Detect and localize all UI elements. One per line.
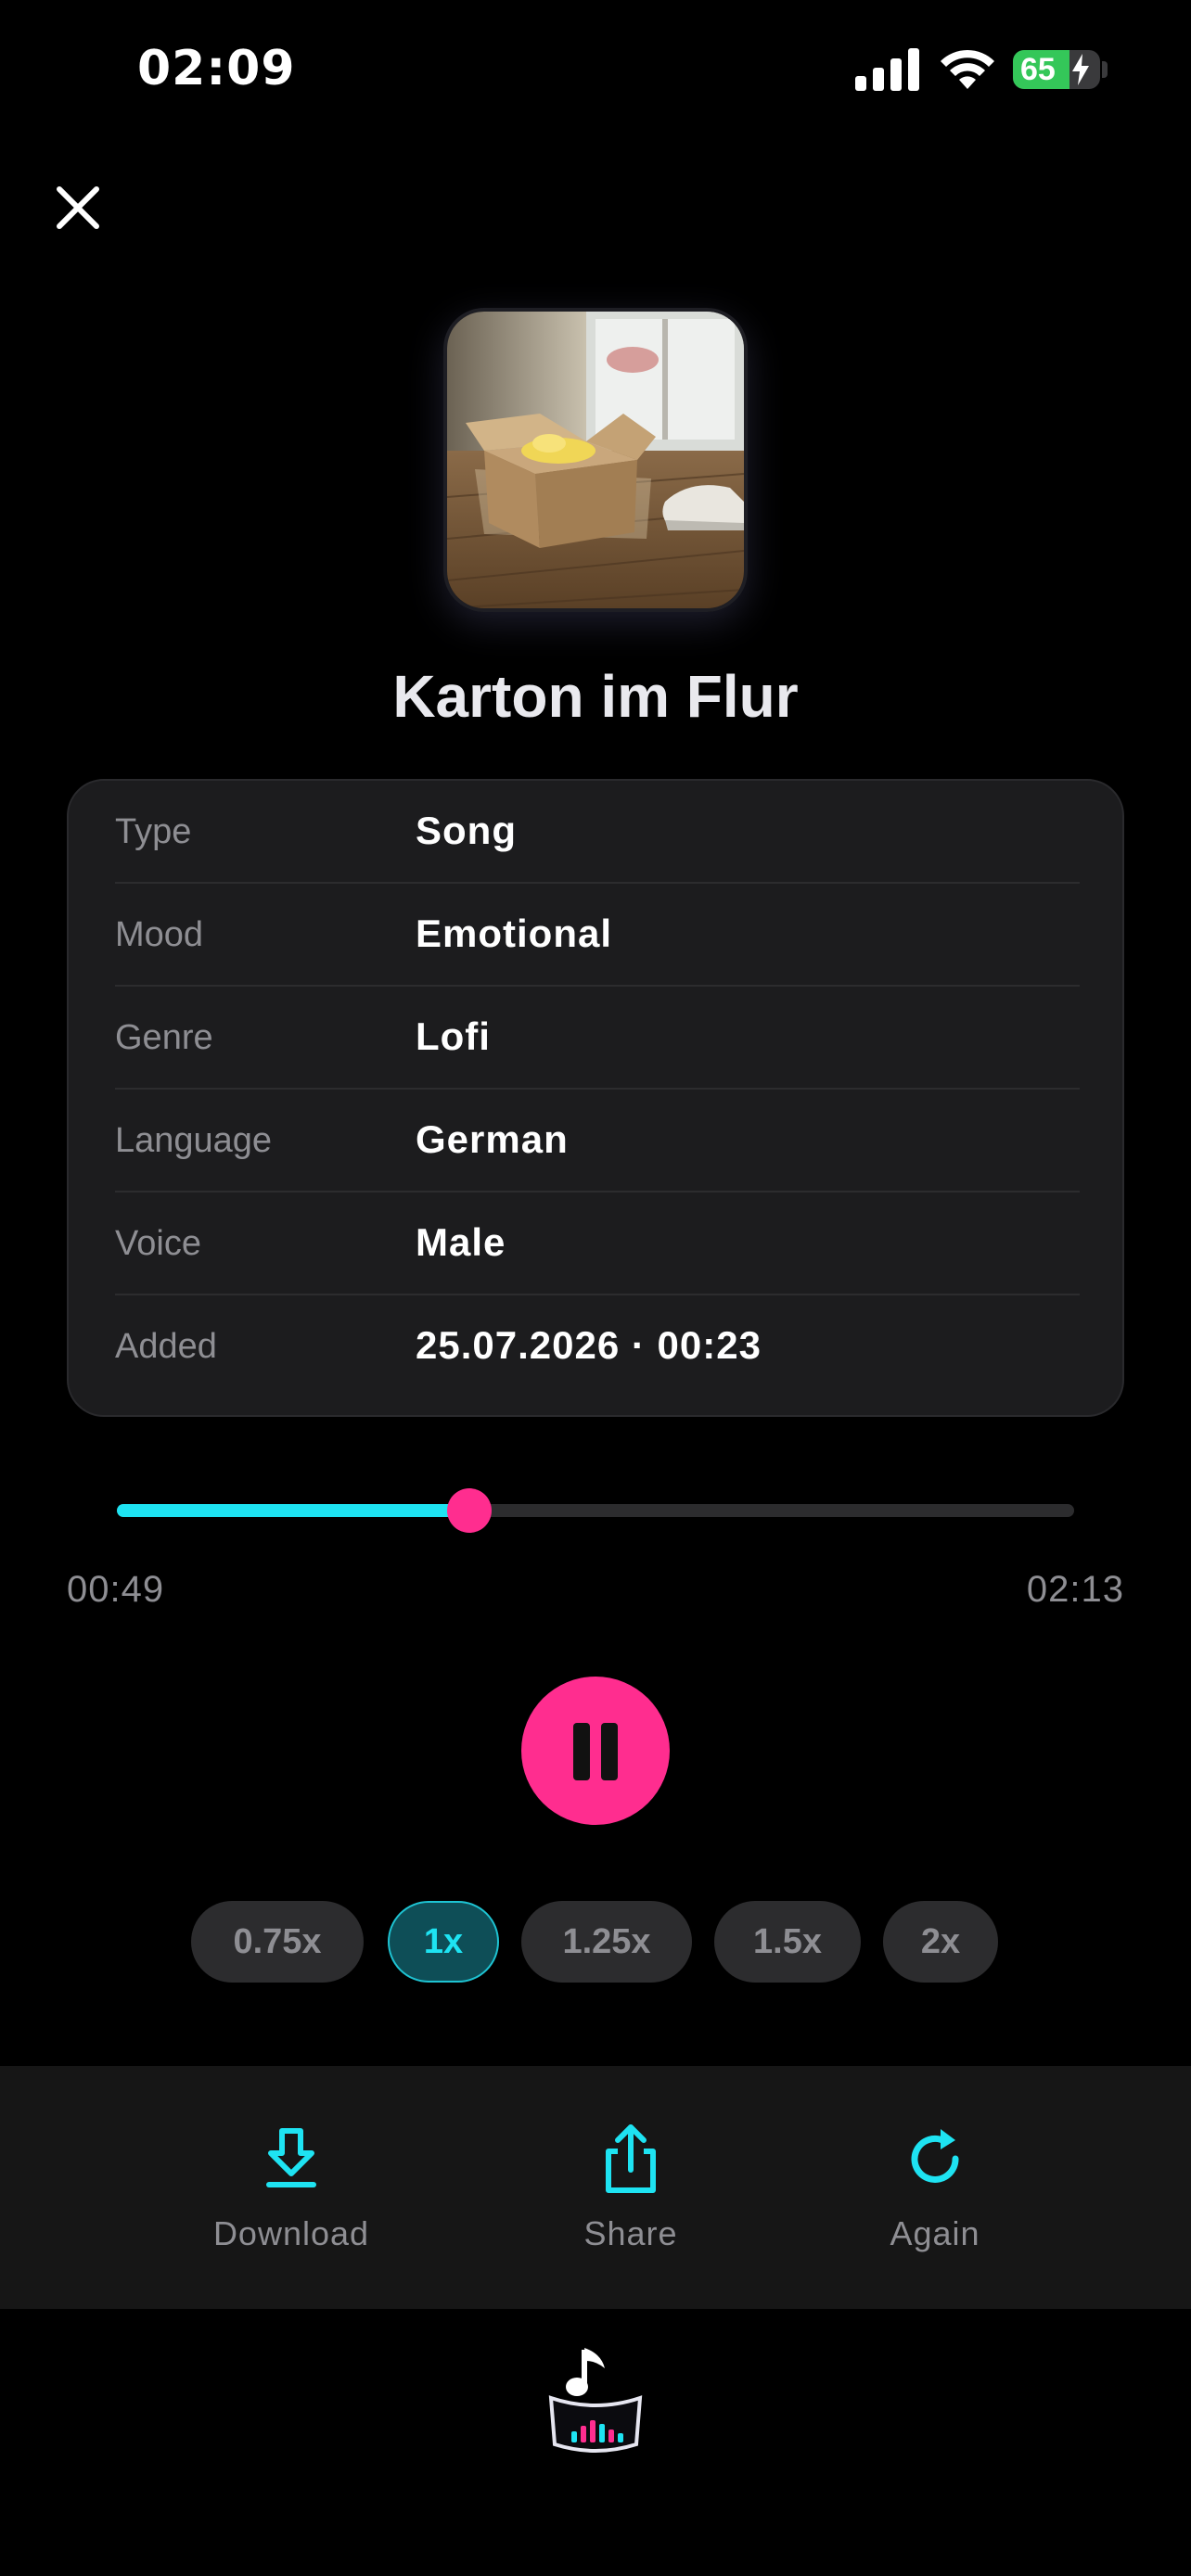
charging-bolt-icon [1072, 54, 1089, 85]
info-row-added: Added 25.07.2026 · 00:23 [115, 1295, 1080, 1398]
pause-button[interactable] [521, 1677, 670, 1825]
cellular-signal-icon [855, 48, 919, 91]
progress-fill [117, 1504, 469, 1517]
share-button[interactable]: Share [519, 2122, 742, 2253]
battery-percent: 65 [1020, 52, 1056, 87]
info-value: Emotional [416, 912, 613, 955]
battery-cap [1102, 61, 1108, 78]
info-label: Language [115, 1121, 273, 1160]
download-label: Download [212, 2214, 370, 2252]
info-value: 25.07.2026 · 00:23 [416, 1323, 762, 1367]
track-info-card: Type Song Mood Emotional Genre Lofi Lang… [67, 779, 1124, 1417]
playback-progress-slider[interactable] [117, 1488, 1074, 1533]
info-label: Added [115, 1327, 217, 1366]
battery-indicator: 65 [1013, 50, 1100, 89]
info-row-genre: Genre Lofi [115, 987, 1080, 1090]
action-bar: Download Share Again [0, 2066, 1191, 2309]
progress-knob[interactable] [446, 1488, 492, 1533]
app-logo-icon [548, 2348, 643, 2453]
refresh-icon [911, 2129, 959, 2183]
speed-option-1.25x[interactable]: 1.25x [521, 1901, 692, 1983]
download-icon [266, 2128, 316, 2187]
speed-option-2x[interactable]: 2x [883, 1901, 998, 1983]
wifi-icon [941, 49, 994, 89]
speed-option-0.75x[interactable]: 0.75x [191, 1901, 364, 1983]
speed-option-1x[interactable]: 1x [388, 1901, 499, 1983]
total-time: 02:13 [1026, 1569, 1124, 1610]
album-cover-image [447, 312, 744, 608]
current-time: 00:49 [67, 1569, 165, 1610]
share-icon [606, 2124, 656, 2193]
info-value: Lofi [416, 1014, 491, 1058]
status-bar: 02:09 65 [0, 0, 1191, 139]
info-row-voice: Voice Male [115, 1192, 1080, 1295]
info-label: Type [115, 812, 192, 851]
info-label: Mood [115, 915, 204, 954]
info-value: Song [416, 809, 517, 852]
track-title: Karton im Flur [392, 663, 799, 730]
speed-option-1.5x[interactable]: 1.5x [714, 1901, 861, 1983]
info-row-mood: Mood Emotional [115, 884, 1080, 987]
again-button[interactable]: Again [824, 2122, 1046, 2253]
info-row-language: Language German [115, 1090, 1080, 1192]
status-time: 02:09 [137, 41, 296, 96]
download-button[interactable]: Download [180, 2122, 403, 2253]
share-label: Share [583, 2214, 678, 2252]
info-value: Male [416, 1220, 506, 1264]
info-row-type: Type Song [115, 781, 1080, 884]
again-label: Again [890, 2214, 980, 2252]
album-cover [443, 308, 748, 612]
info-label: Voice [115, 1224, 201, 1263]
info-label: Genre [115, 1018, 213, 1057]
info-value: German [416, 1117, 569, 1161]
close-icon[interactable] [48, 178, 108, 237]
pause-icon [573, 1723, 590, 1780]
pause-icon [601, 1723, 618, 1780]
